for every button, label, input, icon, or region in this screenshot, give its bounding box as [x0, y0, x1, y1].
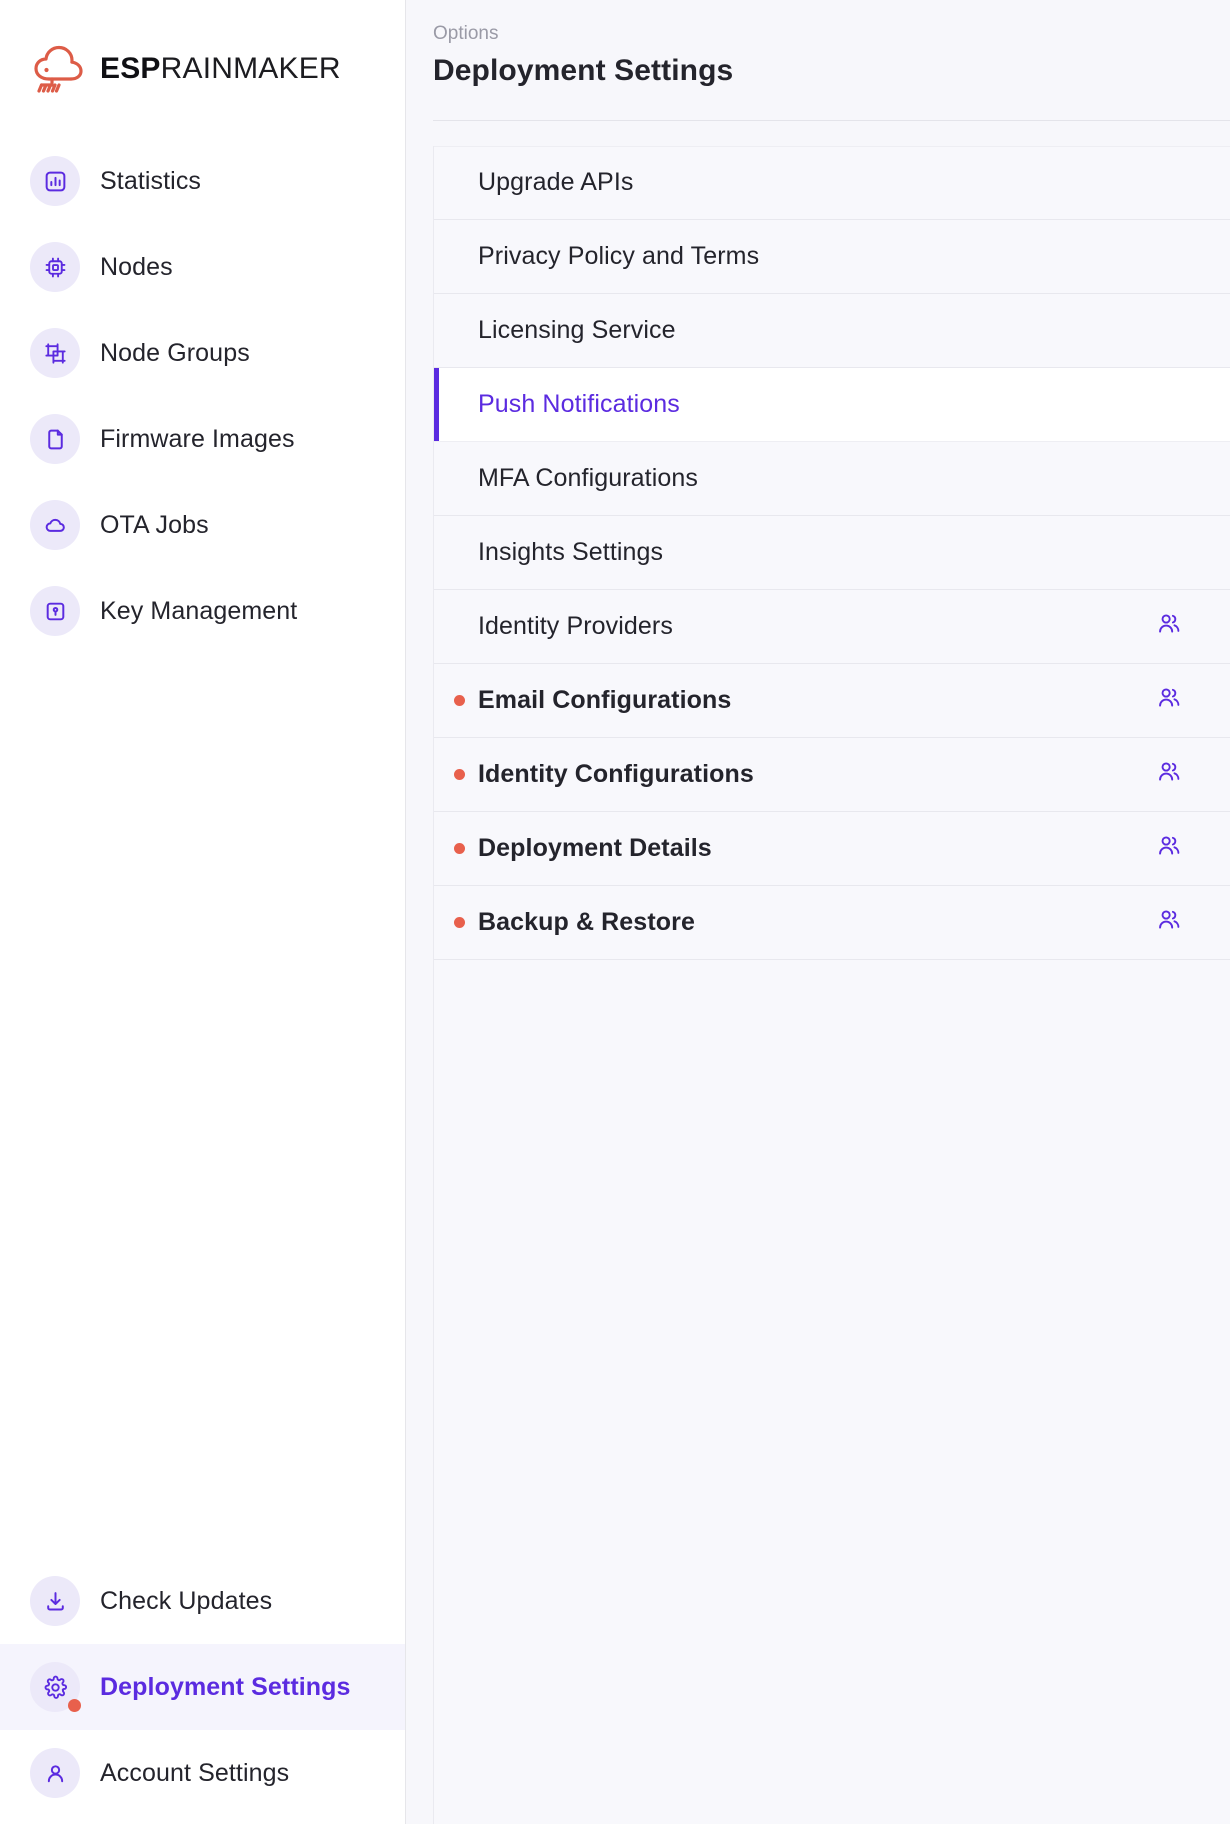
page-header: Options Deployment Settings — [406, 0, 1230, 88]
sidebar-item-label: Account Settings — [100, 1759, 289, 1788]
status-dot — [454, 917, 465, 928]
options-list-item[interactable]: Deployment Details — [434, 812, 1230, 886]
options-list-item[interactable]: Identity Configurations — [434, 738, 1230, 812]
sidebar-item-label: Check Updates — [100, 1587, 272, 1616]
users-icon[interactable] — [1156, 832, 1183, 864]
options-list-item[interactable]: Backup & Restore — [434, 886, 1230, 960]
sidebar-item-label: OTA Jobs — [100, 511, 209, 540]
sidebar-item-firmware-images[interactable]: Firmware Images — [0, 396, 405, 482]
options-list-item-label: Email Configurations — [478, 686, 731, 715]
sidebar-item-nodes[interactable]: Nodes — [0, 224, 405, 310]
options-list-item-label: Identity Providers — [478, 612, 673, 641]
gear-icon — [30, 1662, 80, 1712]
options-list-item-label: Deployment Details — [478, 834, 712, 863]
options-list-item-label: Insights Settings — [478, 538, 663, 567]
cloud-icon — [30, 500, 80, 550]
main-panel: Options Deployment Settings Upgrade APIs… — [406, 0, 1230, 1824]
sidebar-item-deployment-settings[interactable]: Deployment Settings — [0, 1644, 405, 1730]
header-divider — [433, 120, 1230, 121]
sidebar-item-account-settings[interactable]: Account Settings — [0, 1730, 405, 1816]
users-icon[interactable] — [1156, 758, 1183, 790]
status-dot — [454, 695, 465, 706]
users-icon[interactable] — [1156, 610, 1183, 642]
esp-rainmaker-cloud-logo-icon — [30, 43, 86, 95]
page-title: Deployment Settings — [433, 54, 1230, 88]
sidebar-item-statistics[interactable]: Statistics — [0, 138, 405, 224]
sidebar-item-label: Key Management — [100, 597, 297, 626]
sidebar-item-label: Deployment Settings — [100, 1673, 351, 1702]
options-list-item[interactable]: Insights Settings — [434, 516, 1230, 590]
options-list-item[interactable]: Identity Providers — [434, 590, 1230, 664]
options-list-item-label: Identity Configurations — [478, 760, 754, 789]
brand-light: RAINMAKER — [161, 52, 341, 85]
sidebar-item-ota-jobs[interactable]: OTA Jobs — [0, 482, 405, 568]
breadcrumb: Options — [433, 22, 1230, 47]
options-list-item[interactable]: Privacy Policy and Terms — [434, 220, 1230, 294]
sidebar-nav-secondary: Check Updates Deployment Settings — [0, 1558, 405, 1824]
options-list-item-label: Backup & Restore — [478, 908, 695, 937]
options-list: Upgrade APIs Privacy Policy and Terms Li… — [433, 146, 1230, 1824]
sidebar-item-label: Node Groups — [100, 339, 250, 368]
status-dot — [454, 769, 465, 780]
group-icon — [30, 328, 80, 378]
notification-badge-dot — [68, 1699, 81, 1712]
brand-text: ESPRAINMAKER — [100, 54, 341, 84]
brand: ESPRAINMAKER — [0, 0, 405, 104]
status-dot — [454, 843, 465, 854]
options-list-item-label: Privacy Policy and Terms — [478, 242, 759, 271]
key-lock-icon — [30, 586, 80, 636]
sidebar-item-key-management[interactable]: Key Management — [0, 568, 405, 654]
sidebar-item-check-updates[interactable]: Check Updates — [0, 1558, 405, 1644]
selection-indicator — [434, 368, 439, 441]
options-list-item-label: Push Notifications — [478, 390, 680, 419]
sidebar-item-label: Firmware Images — [100, 425, 295, 454]
sidebar-item-label: Statistics — [100, 167, 201, 196]
sidebar-item-label: Nodes — [100, 253, 173, 282]
options-list-item[interactable]: Push Notifications — [434, 368, 1230, 442]
options-list-item-label: Licensing Service — [478, 316, 676, 345]
file-icon — [30, 414, 80, 464]
download-icon — [30, 1576, 80, 1626]
options-list-item-label: Upgrade APIs — [478, 168, 633, 197]
users-icon[interactable] — [1156, 906, 1183, 938]
options-list-item[interactable]: Email Configurations — [434, 664, 1230, 738]
sidebar-item-node-groups[interactable]: Node Groups — [0, 310, 405, 396]
users-icon[interactable] — [1156, 684, 1183, 716]
chip-icon — [30, 242, 80, 292]
sidebar-nav-primary: Statistics Nodes — [0, 138, 405, 654]
app-root: ESPRAINMAKER Statistics — [0, 0, 1230, 1824]
options-list-item[interactable]: MFA Configurations — [434, 442, 1230, 516]
user-icon — [30, 1748, 80, 1798]
options-list-item-label: MFA Configurations — [478, 464, 698, 493]
sidebar: ESPRAINMAKER Statistics — [0, 0, 406, 1824]
brand-bold: ESP — [100, 52, 161, 85]
options-list-item[interactable]: Upgrade APIs — [434, 146, 1230, 220]
options-list-item[interactable]: Licensing Service — [434, 294, 1230, 368]
bar-chart-icon — [30, 156, 80, 206]
